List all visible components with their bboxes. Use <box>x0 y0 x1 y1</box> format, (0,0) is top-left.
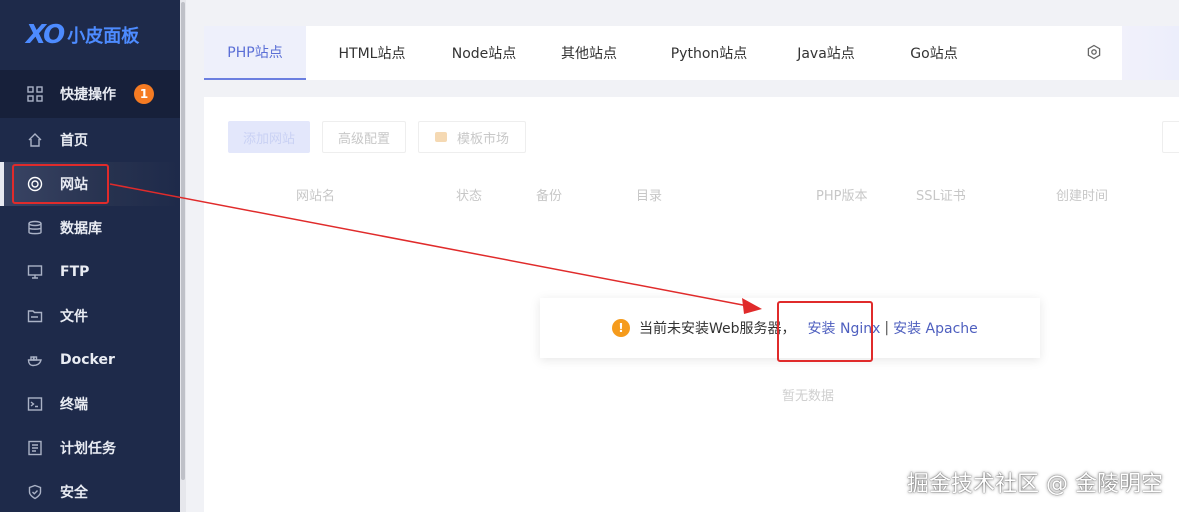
watermark: 掘金技术社区 @ 金陵明空 <box>907 472 1163 497</box>
annotation-arrow <box>109 183 762 314</box>
